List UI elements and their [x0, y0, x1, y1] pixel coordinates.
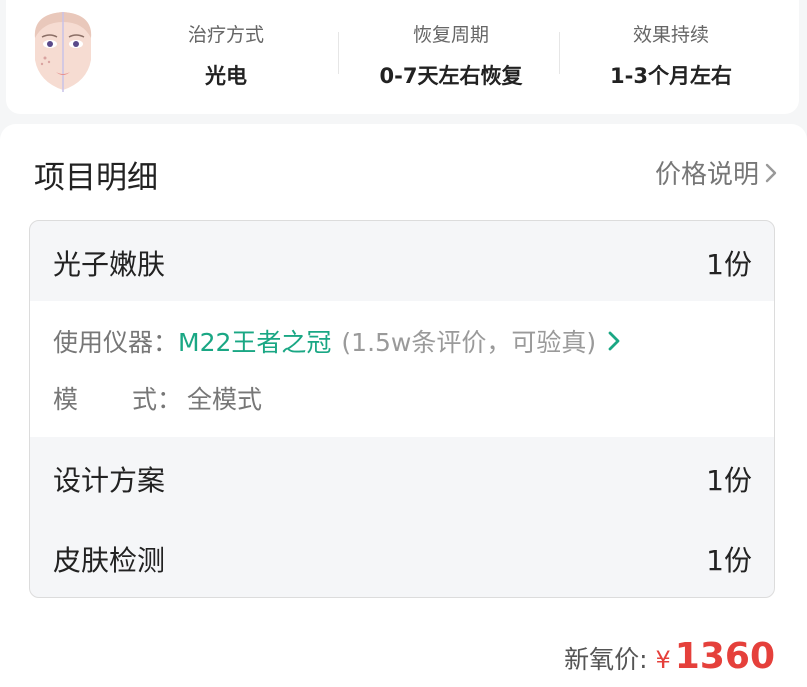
item-list-box: 光子嫩肤 1份 使用仪器： M22王者之冠 (1.5w条评价，可验真) 模 式： …: [29, 220, 775, 598]
divider: [559, 32, 560, 74]
project-summary-card: 治疗方式 光电 恢复周期 0-7天左右恢复 效果持续 1-3个月左右: [6, 0, 799, 114]
stat-value: 1-3个月左右: [610, 64, 732, 88]
stat-recovery: 恢复周期 0-7天左右恢复: [351, 0, 551, 114]
price-footer: 新氧价: ¥ 1360: [564, 636, 775, 677]
section-title: 项目明细: [34, 160, 158, 196]
price-amount: 1360: [674, 636, 775, 677]
item-qty: 1份: [706, 464, 752, 497]
stat-label: 治疗方式: [187, 24, 264, 46]
face-illustration-icon: [23, 8, 103, 92]
mode-label-part: 式：: [132, 385, 183, 414]
device-reviews: (1.5w条评价，可验真): [341, 328, 597, 357]
item-name: 设计方案: [53, 464, 166, 497]
price-label: 新氧价:: [564, 645, 648, 674]
mode-label-part: 模: [53, 385, 79, 414]
stat-treatment: 治疗方式 光电: [146, 0, 306, 114]
stat-label: 效果持续: [632, 24, 709, 46]
stat-label: 恢复周期: [412, 24, 489, 46]
device-name: M22王者之冠: [178, 328, 332, 357]
mode-label: 模 式：: [53, 380, 187, 416]
chevron-right-icon: [608, 331, 620, 351]
currency-symbol: ¥: [655, 646, 671, 674]
stat-value: 0-7天左右恢复: [379, 64, 523, 88]
item-row: 设计方案 1份: [30, 437, 774, 517]
item-row: 皮肤检测 1份: [30, 517, 774, 597]
divider: [338, 32, 339, 74]
item-row: 光子嫩肤 1份: [30, 221, 774, 301]
price-explanation-link[interactable]: 价格说明: [655, 154, 777, 191]
device-label: 使用仪器：: [53, 328, 179, 357]
mode-value: 全模式: [187, 385, 263, 414]
item-name: 光子嫩肤: [53, 248, 166, 281]
price-explanation-label: 价格说明: [654, 160, 759, 190]
chevron-right-icon: [765, 163, 777, 182]
stat-duration: 效果持续 1-3个月左右: [571, 0, 771, 114]
item-qty: 1份: [706, 544, 752, 577]
project-detail-card: 项目明细 价格说明 光子嫩肤 1份 使用仪器： M22王者之冠 (1.5w条评价…: [0, 124, 807, 687]
item-name: 皮肤检测: [53, 544, 166, 577]
item-detail: 使用仪器： M22王者之冠 (1.5w条评价，可验真) 模 式： 全模式: [30, 301, 774, 437]
device-line[interactable]: 使用仪器： M22王者之冠 (1.5w条评价，可验真): [53, 323, 620, 359]
item-qty: 1份: [706, 248, 752, 281]
stat-value: 光电: [205, 64, 247, 88]
mode-line: 模 式： 全模式: [53, 380, 262, 416]
